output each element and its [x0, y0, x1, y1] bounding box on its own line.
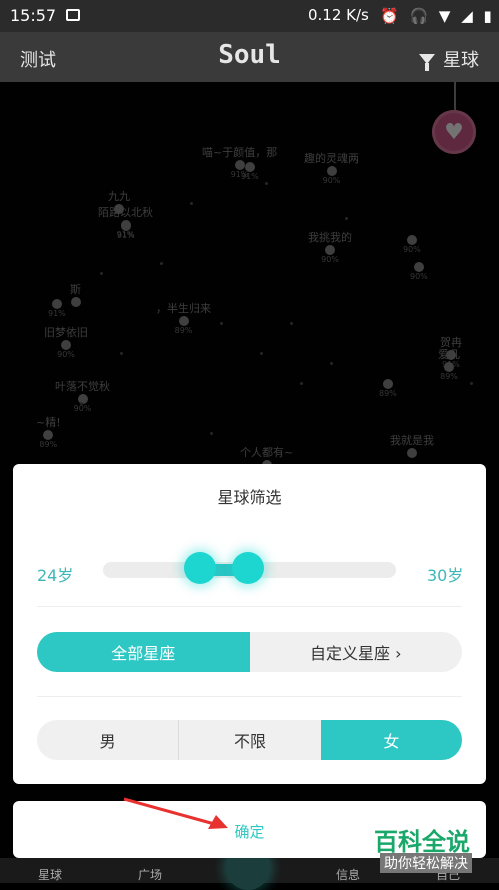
tab-planet[interactable]: 星球 — [38, 866, 62, 883]
zodiac-custom-option[interactable]: 自定义星座 › — [250, 632, 463, 672]
image-notification-icon — [66, 9, 80, 21]
sheet-title: 星球筛选 — [217, 488, 282, 507]
tab-messages[interactable]: 信息 — [336, 866, 360, 883]
gender-female-option[interactable]: 女 — [320, 720, 462, 760]
annotation-arrow-icon — [123, 797, 228, 829]
divider — [37, 696, 462, 697]
zodiac-selector: 全部星座 自定义星座 › — [37, 632, 462, 672]
system-status-icons: ⏰ 🎧 ▼ ◢ ▮ — [380, 7, 495, 25]
age-min-label: 24岁 — [37, 566, 74, 585]
tab-square[interactable]: 广场 — [138, 866, 162, 883]
age-min-handle[interactable] — [184, 552, 216, 584]
status-time: 15:57 — [10, 6, 57, 25]
app-bar: 测试 Soul 星球 — [0, 32, 499, 82]
gender-male-option[interactable]: 男 — [37, 720, 178, 760]
age-max-handle[interactable] — [232, 552, 264, 584]
divider — [37, 606, 462, 607]
network-speed: 0.12 K/s — [308, 6, 369, 24]
planet-filter-button[interactable]: 星球 — [419, 46, 479, 72]
planet-filter-sheet: 星球筛选 24岁 30岁 全部星座 自定义星座 › 男 不限 女 — [13, 464, 486, 784]
age-max-label: 30岁 — [427, 566, 464, 585]
filter-icon — [419, 54, 435, 71]
planet-filter-label: 星球 — [443, 50, 479, 71]
zodiac-all-option[interactable]: 全部星座 — [37, 632, 250, 672]
gender-selector: 男 不限 女 — [37, 720, 462, 760]
status-bar: 15:57 0.12 K/s ⏰ 🎧 ▼ ◢ ▮ — [0, 0, 499, 32]
watermark-subtitle: 助你轻松解决 — [380, 853, 472, 873]
gender-any-option[interactable]: 不限 — [178, 720, 320, 760]
watermark-title: 百科全说 — [374, 828, 470, 856]
